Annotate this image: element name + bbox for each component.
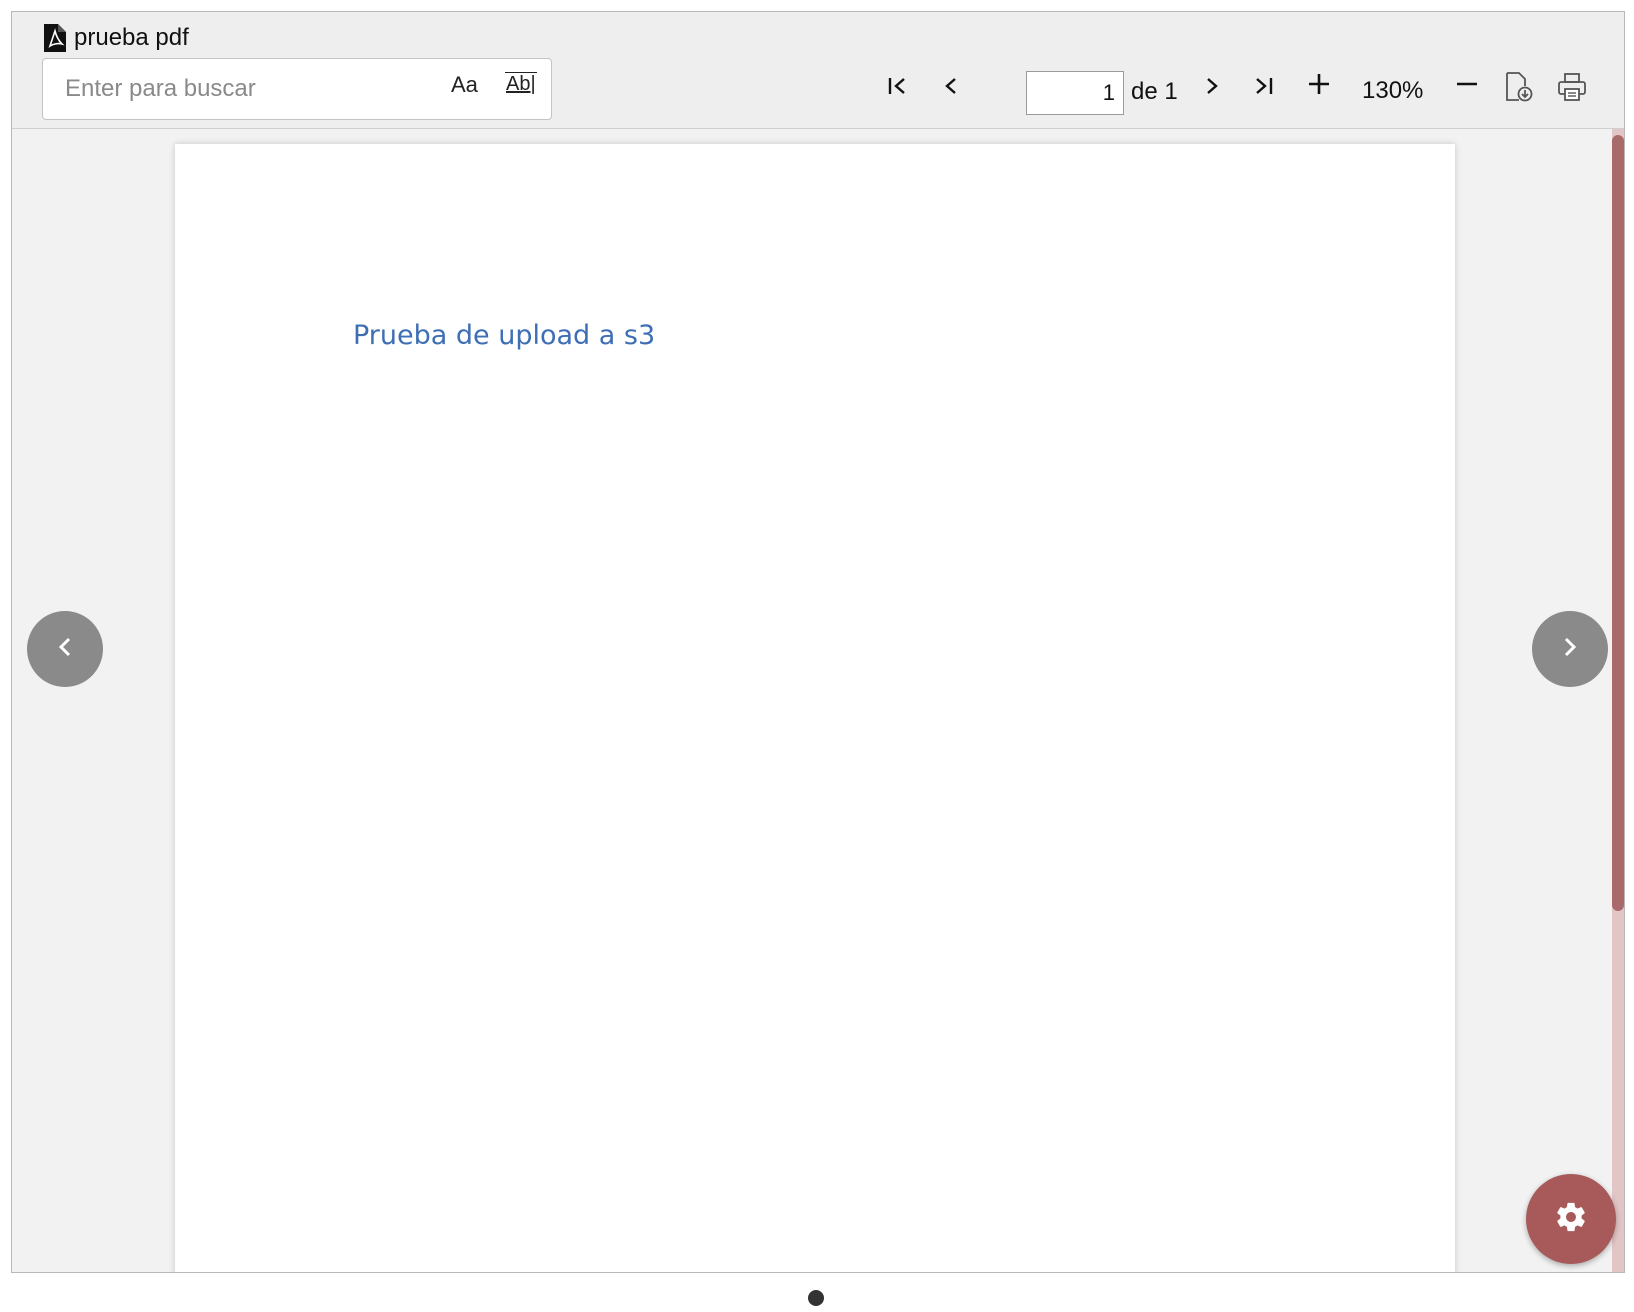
- side-previous-button[interactable]: [27, 611, 103, 687]
- scrollbar-thumb[interactable]: [1612, 135, 1624, 911]
- toolbar: prueba pdf Aa Ab| de 1: [12, 12, 1624, 129]
- pdf-viewer: prueba pdf Aa Ab| de 1: [11, 11, 1625, 1273]
- document-title: prueba pdf: [74, 24, 189, 51]
- pdf-file-icon: [44, 24, 66, 52]
- print-button[interactable]: [1552, 67, 1592, 107]
- gear-icon: [1554, 1200, 1588, 1239]
- side-next-button[interactable]: [1532, 611, 1608, 687]
- whole-word-toggle[interactable]: Ab|: [505, 72, 537, 95]
- download-button[interactable]: [1499, 67, 1539, 107]
- search-input[interactable]: [65, 69, 425, 109]
- search-box: Aa Ab|: [42, 58, 552, 120]
- zoom-in-button[interactable]: [1299, 64, 1339, 104]
- chevron-right-icon: [1562, 635, 1578, 664]
- chevron-left-icon: [57, 635, 73, 664]
- settings-button[interactable]: [1526, 1174, 1616, 1264]
- pdf-page: Prueba de upload a s3: [175, 144, 1455, 1272]
- next-page-icon: [1205, 76, 1219, 96]
- pager-dot[interactable]: [808, 1290, 824, 1306]
- previous-page-icon: [944, 76, 958, 96]
- last-page-button[interactable]: [1244, 66, 1284, 106]
- match-case-toggle[interactable]: Aa: [451, 72, 478, 98]
- previous-page-button[interactable]: [931, 66, 971, 106]
- download-icon: [1505, 72, 1533, 102]
- next-page-button[interactable]: [1192, 66, 1232, 106]
- zoom-out-button[interactable]: [1447, 64, 1487, 104]
- page-text: Prueba de upload a s3: [353, 320, 656, 351]
- zoom-level: 130%: [1362, 77, 1424, 104]
- first-page-button[interactable]: [878, 66, 918, 106]
- page-count: de 1: [1131, 78, 1178, 105]
- document-title-row: prueba pdf: [44, 20, 189, 56]
- zoom-in-icon: [1308, 73, 1330, 95]
- last-page-icon: [1253, 76, 1275, 96]
- document-area[interactable]: Prueba de upload a s3: [12, 129, 1624, 1272]
- zoom-out-icon: [1456, 73, 1478, 95]
- page-number-input[interactable]: [1026, 71, 1124, 115]
- print-icon: [1557, 72, 1587, 102]
- first-page-icon: [887, 76, 909, 96]
